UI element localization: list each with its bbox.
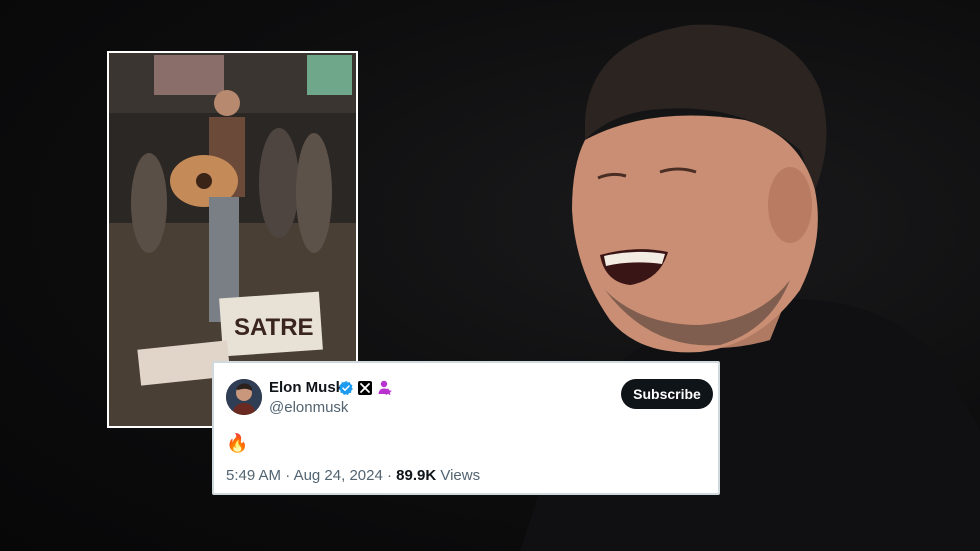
- tweet-time[interactable]: 5:49 AM: [226, 467, 281, 484]
- tweet-text: 🔥: [226, 433, 249, 453]
- user-handle[interactable]: @elonmusk: [269, 399, 348, 416]
- views-count: 89.9K: [396, 467, 437, 484]
- meta-separator: ·: [285, 467, 291, 484]
- meta-separator: ·: [386, 467, 392, 484]
- avatar-image-icon: [226, 379, 262, 415]
- display-name[interactable]: Elon Musk: [269, 379, 344, 396]
- tweet-metadata: 5:49 AM · Aug 24, 2024 · 89.9K Views: [226, 467, 480, 484]
- verified-badge-icon: [338, 381, 353, 395]
- views-label: Views: [440, 467, 481, 484]
- affiliate-user-icon: [378, 380, 392, 395]
- avatar[interactable]: [226, 379, 262, 415]
- sign-text: SATRE: [234, 314, 314, 341]
- x-logo-icon: [358, 381, 372, 395]
- subscribe-button[interactable]: Subscribe: [621, 379, 713, 409]
- tweet-card[interactable]: Elon Musk @elonmusk Subscribe 🔥 5:49 AM …: [212, 361, 720, 495]
- tweet-date[interactable]: Aug 24, 2024: [294, 467, 383, 484]
